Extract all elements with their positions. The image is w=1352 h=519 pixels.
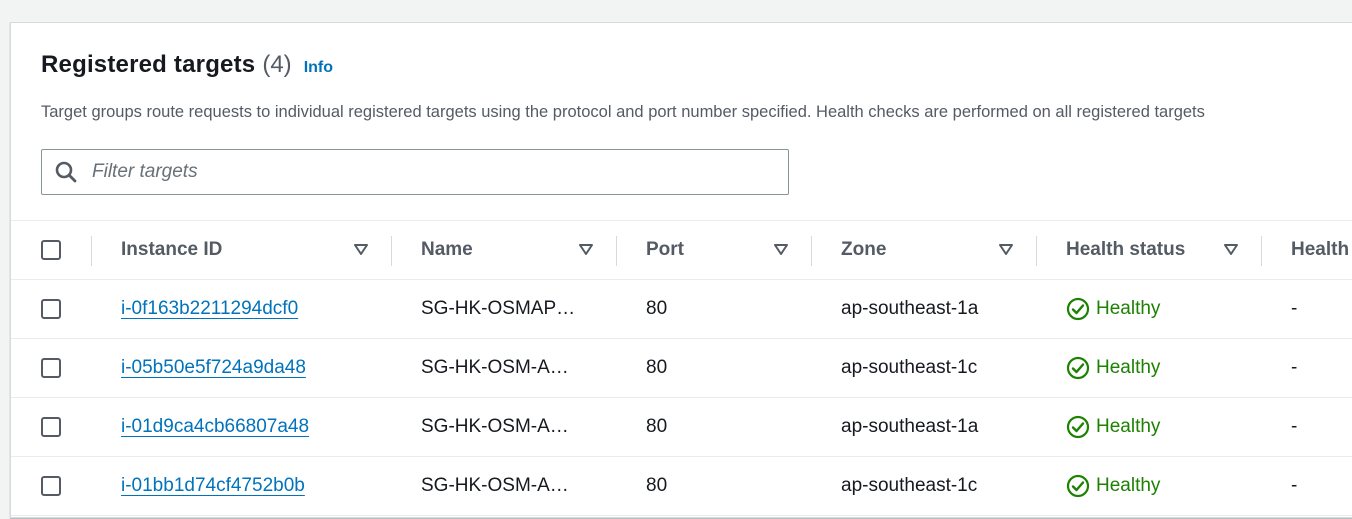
row-checkbox[interactable]: [41, 299, 61, 319]
health-status: Healthy: [1066, 280, 1160, 338]
sort-icon[interactable]: [578, 241, 594, 257]
column-header-name[interactable]: Name: [421, 221, 473, 279]
sort-icon[interactable]: [998, 241, 1014, 257]
target-name: SG-HK-OSM-A…: [421, 416, 569, 437]
status-positive-icon: [1066, 356, 1090, 380]
column-divider: [1036, 236, 1037, 266]
health-details: -: [1291, 416, 1298, 437]
instance-id-link[interactable]: i-0f163b2211294dcf0: [121, 298, 298, 320]
health-status-label: Healthy: [1096, 357, 1161, 378]
section-title: Registered targets: [41, 51, 256, 78]
table-row: i-01bb1d74cf4752b0b SG-HK-OSM-A… 80 ap-s…: [11, 457, 1352, 516]
column-divider: [811, 236, 812, 266]
health-details: -: [1291, 475, 1298, 496]
info-link[interactable]: Info: [304, 59, 333, 77]
target-zone: ap-southeast-1c: [841, 357, 978, 378]
target-port: 80: [646, 416, 668, 437]
column-divider: [616, 236, 617, 266]
target-port: 80: [646, 298, 668, 319]
sort-icon[interactable]: [1223, 241, 1239, 257]
filter-box[interactable]: [41, 149, 789, 195]
section-description: Target groups route requests to individu…: [41, 103, 1205, 121]
health-status-label: Healthy: [1096, 298, 1161, 319]
instance-id-link[interactable]: i-01bb1d74cf4752b0b: [121, 475, 305, 497]
column-divider: [391, 236, 392, 266]
table-row: i-05b50e5f724a9da48 SG-HK-OSM-A… 80 ap-s…: [11, 339, 1352, 398]
search-icon: [55, 161, 77, 183]
select-all-checkbox[interactable]: [41, 240, 61, 260]
column-divider: [91, 236, 92, 266]
registered-targets-panel: Registered targets (4) Info Target group…: [10, 22, 1352, 518]
sort-icon[interactable]: [353, 241, 369, 257]
target-zone: ap-southeast-1a: [841, 416, 979, 437]
column-divider: [1261, 236, 1262, 266]
health-status-label: Healthy: [1096, 475, 1161, 496]
row-checkbox[interactable]: [41, 417, 61, 437]
table-row: i-0f163b2211294dcf0 SG-HK-OSMAP… 80 ap-s…: [11, 280, 1352, 339]
target-name: SG-HK-OSMAP…: [421, 298, 576, 319]
target-zone: ap-southeast-1a: [841, 298, 979, 319]
health-details: -: [1291, 357, 1298, 378]
instance-id-link[interactable]: i-01d9ca4cb66807a48: [121, 416, 309, 438]
target-zone: ap-southeast-1c: [841, 475, 978, 496]
health-status: Healthy: [1066, 398, 1160, 456]
targets-table: Instance ID Name Port Zone Health status…: [11, 220, 1352, 516]
sort-icon[interactable]: [773, 241, 789, 257]
instance-id-link[interactable]: i-05b50e5f724a9da48: [121, 357, 306, 379]
table-row: i-01d9ca4cb66807a48 SG-HK-OSM-A… 80 ap-s…: [11, 398, 1352, 457]
section-header: Registered targets (4) Info: [41, 51, 333, 79]
column-header-health-details[interactable]: Health: [1291, 221, 1349, 279]
target-count: (4): [262, 51, 292, 78]
row-checkbox[interactable]: [41, 476, 61, 496]
filter-targets-input[interactable]: [90, 160, 774, 184]
target-name: SG-HK-OSM-A…: [421, 475, 569, 496]
column-header-health-status[interactable]: Health status: [1066, 221, 1185, 279]
target-name: SG-HK-OSM-A…: [421, 357, 569, 378]
health-status-label: Healthy: [1096, 416, 1161, 437]
table-header: Instance ID Name Port Zone Health status…: [11, 220, 1352, 280]
column-header-instance-id[interactable]: Instance ID: [121, 221, 222, 279]
column-header-port[interactable]: Port: [646, 221, 684, 279]
row-checkbox[interactable]: [41, 358, 61, 378]
status-positive-icon: [1066, 297, 1090, 321]
column-header-zone[interactable]: Zone: [841, 221, 886, 279]
target-port: 80: [646, 357, 668, 378]
target-port: 80: [646, 475, 668, 496]
health-status: Healthy: [1066, 457, 1160, 515]
status-positive-icon: [1066, 474, 1090, 498]
health-status: Healthy: [1066, 339, 1160, 397]
status-positive-icon: [1066, 415, 1090, 439]
health-details: -: [1291, 298, 1298, 319]
